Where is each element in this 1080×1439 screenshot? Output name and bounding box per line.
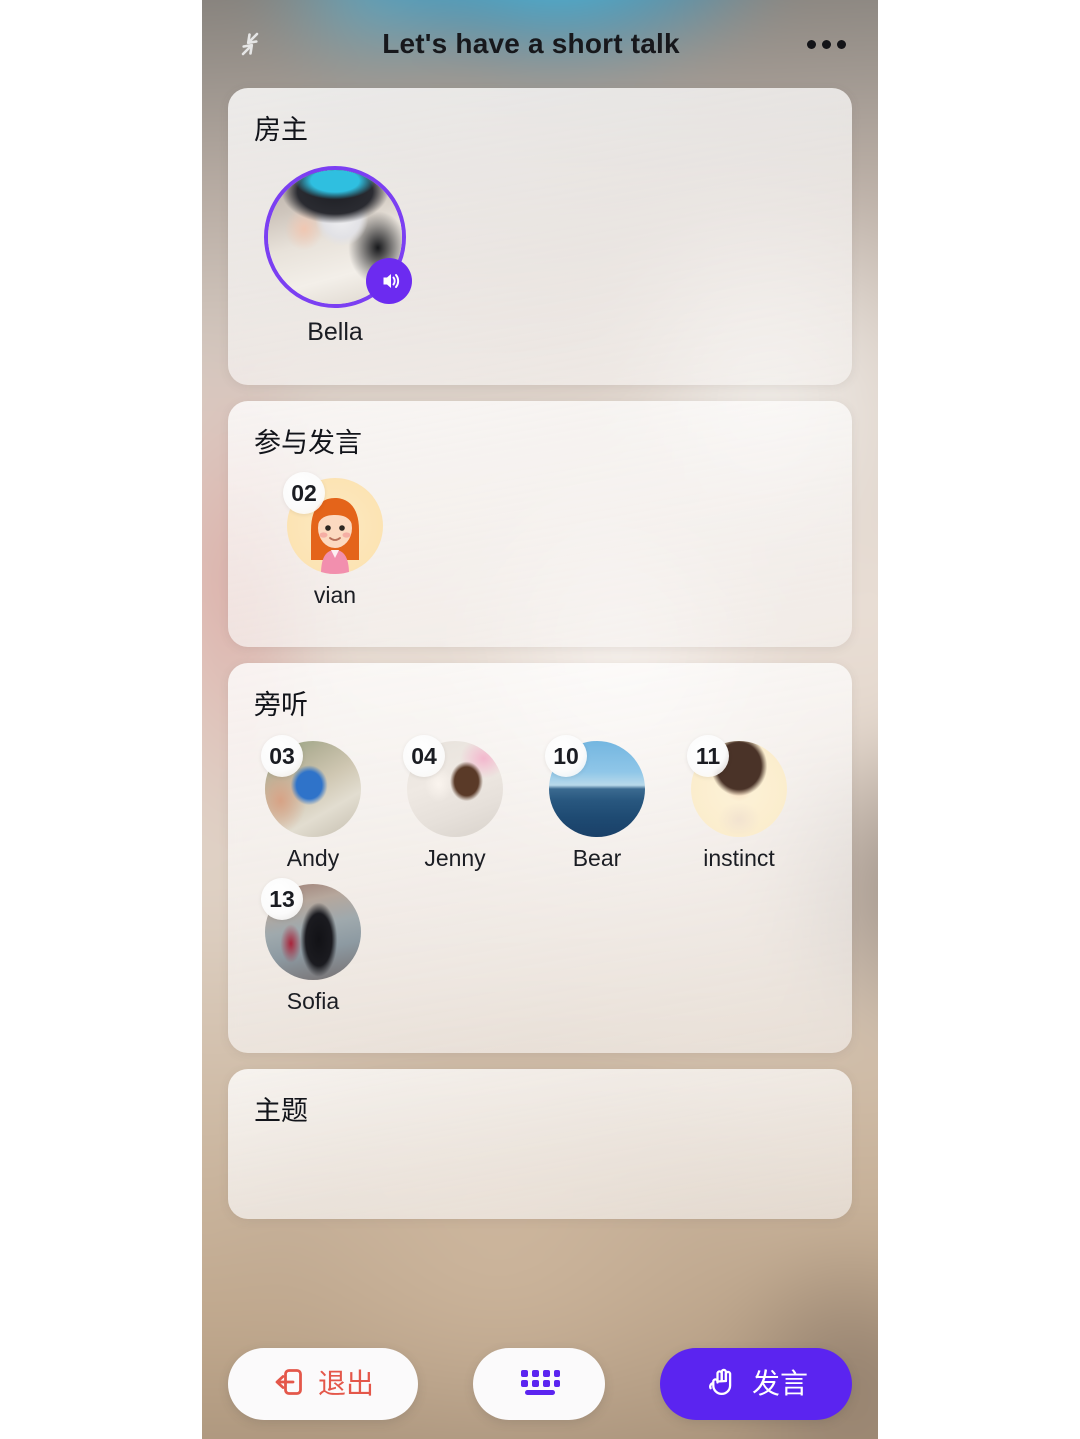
avatar-wrap: [264, 165, 412, 308]
phone-viewport: Let's have a short talk 房主 Bella 参与发言 02…: [202, 0, 878, 1439]
screen-root: Let's have a short talk 房主 Bella 参与发言 02…: [0, 0, 1080, 1439]
list-item-label: Sofia: [286, 988, 340, 1015]
keyboard-icon: [516, 1365, 562, 1403]
topic-card[interactable]: 主题: [228, 1069, 852, 1220]
listeners-section-title: 旁听: [254, 690, 308, 721]
status-badge: 13: [261, 878, 303, 921]
list-item[interactable]: 13 Sofia: [254, 878, 372, 1015]
listeners-people-list: 03 Andy 04 Jenny 10 Bear 11 instinct 13 …: [254, 735, 826, 1027]
speaking-indicator-icon: [366, 257, 412, 304]
exit-button[interactable]: 退出: [228, 1348, 418, 1420]
host-card: 房主 Bella: [228, 88, 852, 385]
list-item[interactable]: 03 Andy: [254, 735, 372, 872]
exit-button-label: 退出: [317, 1368, 374, 1399]
list-item-label: vian: [313, 582, 357, 609]
list-item[interactable]: 11 instinct: [680, 735, 798, 872]
app-header: Let's have a short talk: [202, 0, 878, 88]
topic-section-title: 主题: [254, 1096, 308, 1127]
status-badge: 11: [687, 735, 729, 778]
speak-button[interactable]: 发言: [660, 1348, 852, 1420]
speakers-people-list: 02 vian: [254, 472, 826, 621]
avatar-wrap: 04: [403, 735, 503, 838]
list-item-label: Andy: [286, 845, 340, 872]
host-people-list: Bella: [254, 165, 826, 359]
list-item-label: instinct: [703, 845, 775, 872]
avatar-wrap: 02: [283, 472, 383, 575]
raised-hand-icon: [704, 1364, 740, 1405]
list-item-label: Bella: [307, 317, 363, 346]
page-title: Let's have a short talk: [382, 28, 680, 59]
status-badge: 10: [545, 735, 587, 778]
exit-door-icon: [272, 1365, 306, 1404]
keyboard-button[interactable]: [473, 1348, 605, 1420]
room-content: 房主 Bella 参与发言 02 vian 旁听 03 Andy 04 Jenn…: [202, 88, 878, 1235]
list-item[interactable]: Bella: [264, 165, 412, 347]
host-section-title: 房主: [254, 115, 308, 145]
speakers-card: 参与发言 02 vian: [228, 400, 852, 648]
list-item-label: Bear: [572, 845, 622, 872]
status-badge: 03: [261, 735, 303, 778]
list-item[interactable]: 04 Jenny: [396, 735, 514, 872]
speakers-section-title: 参与发言: [254, 427, 362, 458]
avatar-wrap: 13: [261, 878, 361, 981]
avatar-wrap: 11: [687, 735, 787, 838]
bottom-action-bar: 退出 发言: [202, 1329, 878, 1439]
speak-button-label: 发言: [751, 1368, 808, 1399]
dot: [821, 39, 831, 49]
list-item-label: Jenny: [424, 845, 486, 872]
status-badge: 04: [403, 735, 445, 778]
avatar-wrap: 10: [545, 735, 645, 838]
list-item[interactable]: 10 Bear: [538, 735, 656, 872]
more-dots-icon[interactable]: [798, 18, 854, 70]
dot: [836, 39, 846, 49]
avatar-wrap: 03: [261, 735, 361, 838]
list-item[interactable]: 02 vian: [276, 472, 394, 609]
listeners-card: 旁听 03 Andy 04 Jenny 10 Bear 11 instinct …: [228, 663, 852, 1054]
dot: [806, 39, 816, 49]
